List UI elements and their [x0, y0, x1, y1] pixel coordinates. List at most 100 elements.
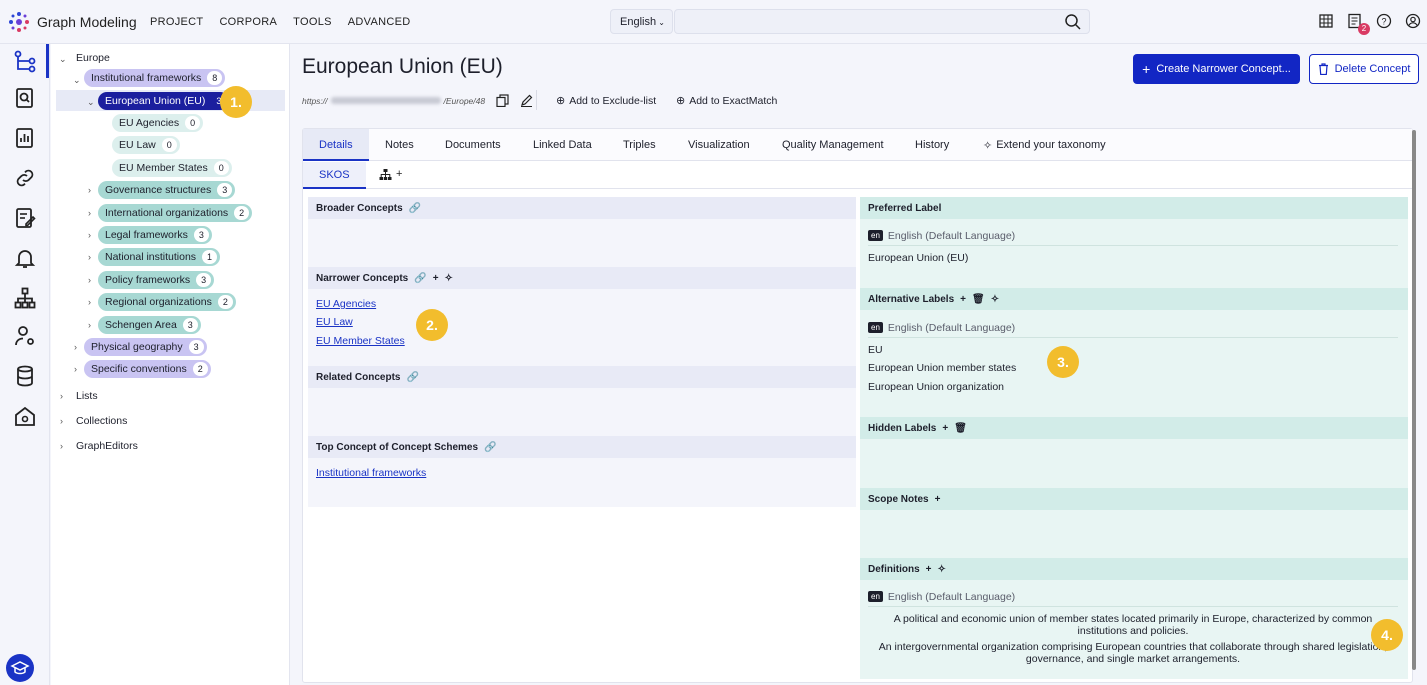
tree-item-regional-orgs[interactable]: Regional organizations 2 [98, 293, 236, 311]
help-icon[interactable]: ? [1376, 13, 1392, 29]
create-narrower-button[interactable]: + Create Narrower Concept... [1133, 54, 1300, 84]
chevron-down-icon[interactable]: ⌄ [59, 54, 67, 65]
tab-history[interactable]: History [915, 129, 949, 161]
add-exactmatch-button[interactable]: ⊕ Add to ExactMatch [676, 94, 777, 108]
tab-triples[interactable]: Triples [623, 129, 656, 161]
nav-project[interactable]: PROJECT [150, 16, 203, 28]
chevron-right-icon[interactable]: › [60, 391, 63, 401]
tab-extend-taxonomy[interactable]: ✧ Extend your taxonomy [983, 129, 1106, 161]
preferred-label-value[interactable]: European Union (EU) [868, 252, 968, 264]
sparkle-icon[interactable]: ✧ [991, 294, 999, 305]
edit-document-icon[interactable] [13, 206, 37, 230]
language-select[interactable]: English ⌄ [610, 9, 673, 34]
chevron-right-icon[interactable]: › [88, 275, 91, 285]
chevron-right-icon[interactable]: › [74, 342, 77, 352]
tree-item-eu-law[interactable]: EU Law 0 [112, 136, 180, 154]
alt-label-value[interactable]: European Union organization [868, 381, 1004, 393]
user-settings-icon[interactable] [13, 324, 37, 348]
plus-icon[interactable]: + [935, 494, 941, 505]
chevron-down-icon[interactable]: ⌄ [87, 97, 95, 108]
tree-item-institutional[interactable]: Institutional frameworks 8 [84, 69, 226, 87]
home-settings-icon[interactable] [13, 404, 37, 428]
scrollbar[interactable] [1412, 130, 1416, 670]
sparkle-icon[interactable]: ✧ [445, 273, 453, 284]
chevron-right-icon[interactable]: › [88, 297, 91, 307]
user-icon[interactable] [1405, 13, 1421, 29]
report-icon[interactable] [13, 126, 37, 150]
copy-icon[interactable] [496, 94, 509, 107]
tab-details[interactable]: Details [303, 129, 369, 161]
database-icon[interactable] [13, 364, 37, 388]
org-chart-icon[interactable] [13, 286, 37, 310]
search-input[interactable] [674, 9, 1090, 34]
subtab-add-scheme[interactable]: + [363, 162, 418, 189]
narrower-link-eu-law[interactable]: EU Law [316, 316, 353, 328]
academy-icon[interactable] [5, 653, 35, 683]
tree-item-governance[interactable]: Governance structures 3 [98, 181, 236, 199]
top-concept-link[interactable]: Institutional frameworks [316, 467, 426, 479]
tree-root-grapheditors[interactable]: GraphEditors [76, 437, 138, 455]
tree-root-collections[interactable]: Collections [76, 412, 127, 430]
link-icon[interactable] [13, 166, 37, 190]
chevron-right-icon[interactable]: › [60, 441, 63, 451]
tree-item-specific-conventions[interactable]: Specific conventions 2 [84, 360, 211, 378]
tree-item-eu[interactable]: European Union (EU) 3 [98, 92, 230, 110]
tree-item-international-orgs[interactable]: International organizations 2 [98, 204, 253, 222]
search-document-icon[interactable] [13, 86, 37, 110]
tree-item-eu-agencies[interactable]: EU Agencies 0 [112, 114, 204, 132]
alt-label-value[interactable]: European Union member states [868, 362, 1016, 374]
hierarchy-icon[interactable] [13, 49, 37, 73]
tree-item-physical-geography[interactable]: Physical geography 3 [84, 338, 207, 356]
plus-icon[interactable]: + [926, 564, 932, 575]
chevron-right-icon[interactable]: › [88, 208, 91, 218]
app-logo[interactable]: Graph Modeling [8, 11, 137, 33]
callout-4: 4. [1371, 619, 1403, 651]
tree-item-policy-frameworks[interactable]: Policy frameworks 3 [98, 271, 215, 289]
definition-value[interactable]: An intergovernmental organization compri… [868, 641, 1398, 665]
plus-icon[interactable]: + [942, 423, 948, 434]
nav-corpora[interactable]: CORPORA [219, 16, 277, 28]
tab-documents[interactable]: Documents [445, 129, 501, 161]
tree-item-legal-frameworks[interactable]: Legal frameworks 3 [98, 226, 212, 244]
trash-icon[interactable]: 🗑 [954, 423, 967, 434]
plus-icon[interactable]: + [433, 273, 439, 284]
bell-icon[interactable] [13, 246, 37, 270]
link-icon[interactable]: 🔗 [484, 442, 496, 453]
chevron-down-icon[interactable]: ⌄ [73, 75, 81, 86]
search-icon[interactable] [1064, 13, 1082, 31]
subtab-skos[interactable]: SKOS [303, 162, 366, 189]
tree-root-lists[interactable]: Lists [76, 387, 98, 405]
tree-label: International organizations [105, 207, 229, 219]
tab-linked-data[interactable]: Linked Data [533, 129, 592, 161]
grid-icon[interactable] [1318, 13, 1334, 29]
chevron-right-icon[interactable]: › [88, 230, 91, 240]
tree-root-europe[interactable]: Europe [76, 49, 110, 67]
chevron-right-icon[interactable]: › [88, 252, 91, 262]
link-icon[interactable]: 🔗 [406, 372, 418, 383]
tasks-button[interactable]: 2 [1347, 13, 1370, 35]
tree-item-schengen[interactable]: Schengen Area 3 [98, 316, 201, 334]
chevron-right-icon[interactable]: › [88, 185, 91, 195]
nav-advanced[interactable]: ADVANCED [348, 16, 411, 28]
tree-item-eu-member-states[interactable]: EU Member States 0 [112, 159, 232, 177]
delete-concept-button[interactable]: Delete Concept [1309, 54, 1419, 84]
alt-label-value[interactable]: EU [868, 344, 883, 356]
tab-visualization[interactable]: Visualization [688, 129, 750, 161]
plus-icon[interactable]: + [960, 294, 966, 305]
link-icon[interactable]: 🔗 [409, 203, 421, 214]
tab-notes[interactable]: Notes [385, 129, 414, 161]
nav-tools[interactable]: TOOLS [293, 16, 332, 28]
chevron-right-icon[interactable]: › [74, 364, 77, 374]
chevron-right-icon[interactable]: › [60, 416, 63, 426]
definition-value[interactable]: A political and economic union of member… [868, 613, 1398, 637]
add-exclude-button[interactable]: ⊕ Add to Exclude-list [556, 94, 656, 108]
narrower-link-eu-member-states[interactable]: EU Member States [316, 335, 405, 347]
tab-quality-management[interactable]: Quality Management [782, 129, 884, 161]
pencil-icon[interactable] [520, 94, 533, 107]
narrower-link-eu-agencies[interactable]: EU Agencies [316, 298, 376, 310]
sparkle-icon[interactable]: ✧ [938, 564, 946, 575]
link-icon[interactable]: 🔗 [414, 273, 426, 284]
tree-item-national-institutions[interactable]: National institutions 1 [98, 248, 221, 266]
trash-icon[interactable]: 🗑 [972, 294, 985, 305]
chevron-right-icon[interactable]: › [88, 320, 91, 330]
